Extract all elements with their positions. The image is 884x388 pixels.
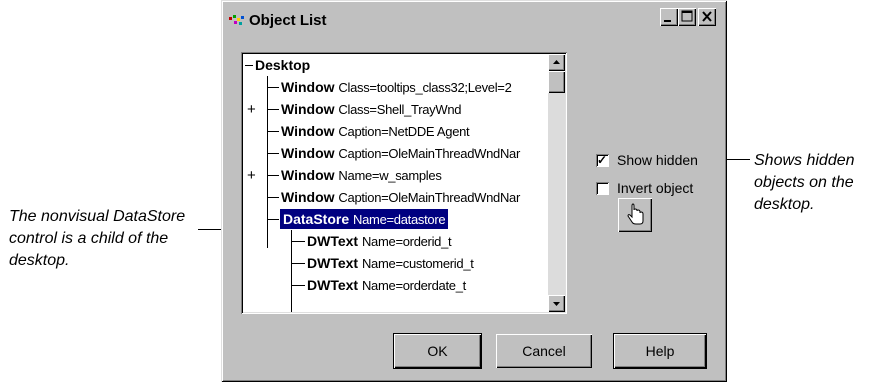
- arrow-down-icon: [553, 302, 560, 306]
- scroll-up-button[interactable]: [548, 54, 565, 71]
- close-button[interactable]: [698, 8, 716, 26]
- help-button[interactable]: Help: [614, 334, 706, 368]
- tree-connector: [291, 285, 305, 286]
- window-title: Object List: [249, 11, 327, 29]
- tree-connector: [291, 263, 305, 264]
- tree-node-datastore[interactable]: DataStore Name=datastore: [280, 209, 449, 229]
- scroll-thumb[interactable]: [548, 71, 565, 93]
- scroll-down-button[interactable]: [548, 295, 565, 312]
- tree-connector: [245, 65, 253, 66]
- object-tree[interactable]: Desktop Window Class=tooltips_class32;Le…: [241, 52, 567, 314]
- tree-subtrunk: [291, 230, 292, 312]
- tree-trunk: [267, 76, 268, 248]
- select-object-button[interactable]: [618, 198, 652, 232]
- ok-button[interactable]: OK: [394, 334, 481, 368]
- expand-icon[interactable]: +: [247, 168, 256, 183]
- tree-node-window[interactable]: Window Name=w_samples: [281, 164, 442, 186]
- tree-connector: [267, 109, 279, 110]
- tree-node-window[interactable]: Window Caption=OleMainThreadWndNar: [281, 142, 520, 164]
- maximize-icon: [681, 10, 693, 22]
- app-icon: [229, 15, 244, 25]
- tree-connector: [267, 87, 279, 88]
- tree-node-window[interactable]: Window Caption=OleMainThreadWndNar: [281, 186, 520, 208]
- tree-node-dwtext[interactable]: DWText Name=orderdate_t: [307, 274, 466, 296]
- check-icon: ✓: [597, 152, 608, 167]
- hand-pointer-icon: [627, 203, 644, 225]
- tree-connector: [267, 175, 279, 176]
- invert-object-checkbox[interactable]: Invert object: [596, 180, 693, 196]
- show-hidden-checkbox[interactable]: ✓ Show hidden: [596, 152, 698, 168]
- checkbox-box[interactable]: ✓: [596, 152, 609, 167]
- tree-node-window[interactable]: Window Class=Shell_TrayWnd: [281, 98, 462, 120]
- callout-show-hidden: Shows hidden objects on the desktop.: [754, 152, 855, 213]
- tree-node-desktop[interactable]: Desktop: [255, 54, 310, 76]
- maximize-button[interactable]: [678, 8, 696, 26]
- callout-datastore: The nonvisual DataStore control is a chi…: [9, 208, 186, 269]
- checkbox-box[interactable]: [596, 181, 609, 195]
- minimize-icon: [664, 20, 671, 22]
- show-hidden-label: Show hidden: [617, 152, 698, 168]
- cancel-button[interactable]: Cancel: [496, 334, 592, 368]
- caption-buttons: [660, 8, 716, 26]
- tree-connector: [267, 153, 279, 154]
- title-bar[interactable]: Object List: [226, 5, 722, 35]
- close-icon: [702, 11, 712, 22]
- arrow-up-icon: [553, 60, 560, 64]
- tree-scrollbar[interactable]: [548, 54, 565, 312]
- tree-connector: [267, 197, 279, 198]
- tree-connector: [267, 131, 279, 132]
- tree-connector: [267, 219, 279, 220]
- invert-object-label: Invert object: [617, 180, 694, 196]
- minimize-button[interactable]: [660, 8, 678, 26]
- tree-content: Desktop Window Class=tooltips_class32;Le…: [243, 54, 547, 312]
- tree-node-window[interactable]: Window Caption=NetDDE Agent: [281, 120, 470, 142]
- object-list-dialog: Object List Desktop Window Class=tooltip…: [221, 0, 727, 382]
- tree-node-dwtext[interactable]: DWText Name=customerid_t: [307, 252, 474, 274]
- tree-connector: [291, 241, 305, 242]
- tree-node-window[interactable]: Window Class=tooltips_class32;Level=2: [281, 76, 512, 98]
- tree-node-dwtext[interactable]: DWText Name=orderid_t: [307, 230, 452, 252]
- expand-icon[interactable]: +: [247, 102, 256, 117]
